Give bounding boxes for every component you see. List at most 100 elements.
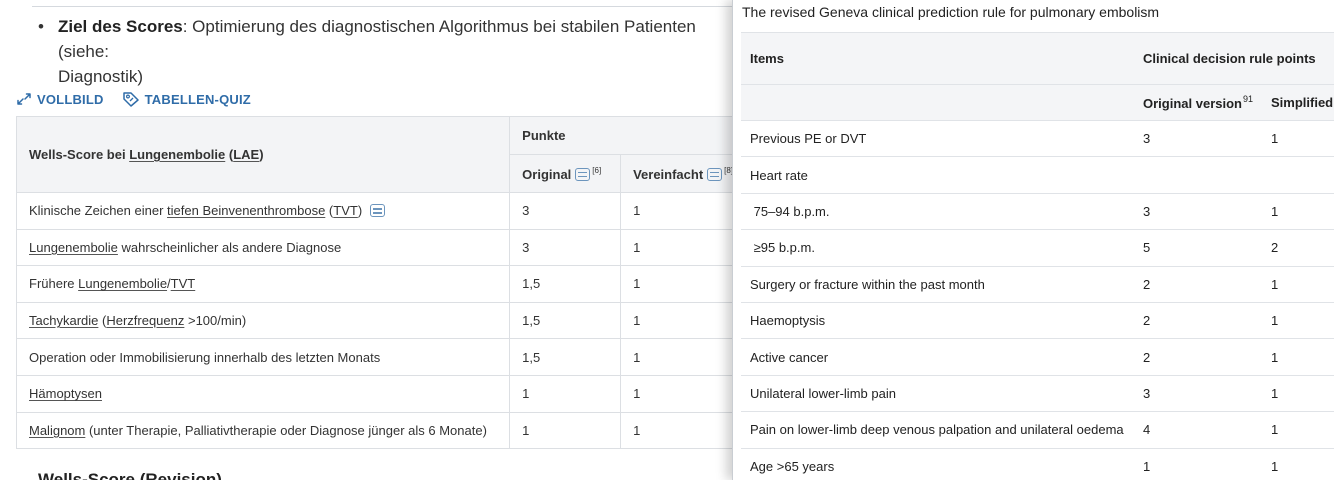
lungenembolie-link[interactable]: Lungenembolie xyxy=(78,276,167,291)
original-cell: 4 xyxy=(1134,411,1262,449)
original-cell: 3 xyxy=(1134,375,1262,413)
original-cell: 2 xyxy=(1134,338,1262,376)
malignom-link[interactable]: Malignom xyxy=(29,423,85,438)
score-goal-bullet: • Ziel des Scores: Optimierung des diagn… xyxy=(38,14,735,89)
wells-title-cell: Wells-Score bei Lungenembolie (LAE) xyxy=(15,116,511,193)
haemoptysen-link[interactable]: Hämoptysen xyxy=(29,386,102,401)
simplified-cell: 1 xyxy=(1262,375,1334,413)
table-row: Lungenembolie wahrscheinlicher als ander… xyxy=(15,228,735,267)
diagnostik-link[interactable]: Diagnostik) xyxy=(58,67,143,86)
tvt-abbr-link[interactable]: TVT xyxy=(333,203,358,218)
fullscreen-label: VOLLBILD xyxy=(37,91,104,107)
item-cell: ≥95 b.p.m. xyxy=(741,229,1134,267)
original-cell: 3 xyxy=(509,192,622,230)
original-cell: 1,5 xyxy=(509,338,622,376)
article-pane: • Ziel des Scores: Optimierung des diagn… xyxy=(0,0,735,480)
next-section-heading: Wells-Score (Revision) xyxy=(38,470,222,480)
divider xyxy=(32,6,735,7)
table-row: Haemoptysis 2 1 xyxy=(741,302,1334,340)
original-cell: 1,5 xyxy=(509,301,622,340)
criterion-cell: Operation oder Immobilisierung innerhalb… xyxy=(15,338,511,376)
item-cell: Unilateral lower-limb pain xyxy=(741,375,1134,413)
col-simplified-label: Vereinfacht xyxy=(633,166,704,182)
item-cell: 75–94 b.p.m. xyxy=(741,193,1134,231)
original-cell: 2 xyxy=(1134,266,1262,303)
simplified-cell: 2 xyxy=(1262,229,1334,267)
simplified-cell: 1 xyxy=(1262,411,1334,449)
simplified-cell: 1 xyxy=(1262,120,1334,158)
item-cell: Surgery or fracture within the past mont… xyxy=(741,266,1134,303)
col-original-label: Original xyxy=(522,166,572,182)
table-row: Tachykardie (Herzfrequenz >100/min) 1,5 … xyxy=(15,301,735,340)
reference-popup[interactable]: The revised Geneva clinical prediction r… xyxy=(732,0,1334,480)
original-cell: 3 xyxy=(509,228,622,267)
simplified-header: Simplified xyxy=(1262,84,1334,121)
original-cell: 1 xyxy=(509,374,622,413)
expand-icon xyxy=(17,93,31,105)
popup-title: The revised Geneva clinical prediction r… xyxy=(742,4,1160,20)
table-row: Klinische Zeichen einer tiefen Beinvenen… xyxy=(15,192,735,230)
simplified-cell: 1 xyxy=(620,301,735,340)
table-row: Heart rate xyxy=(741,156,1334,194)
herzfrequenz-link[interactable]: Herzfrequenz xyxy=(106,313,184,328)
original-cell: 1,5 xyxy=(509,265,622,303)
item-cell: Active cancer xyxy=(741,338,1134,376)
item-cell: Pain on lower-limb deep venous palpation… xyxy=(741,411,1134,449)
table-toolbar: VOLLBILD TABELLEN-QUIZ xyxy=(16,89,251,109)
criterion-cell: Hämoptysen xyxy=(15,374,511,413)
original-cell: 2 xyxy=(1134,302,1262,340)
table-quiz-button[interactable]: TABELLEN-QUIZ xyxy=(122,91,251,107)
tvt-link[interactable]: TVT xyxy=(171,276,196,291)
lae-link[interactable]: LAE xyxy=(233,147,259,162)
original-cell: 5 xyxy=(1134,229,1262,267)
reference-icon[interactable] xyxy=(369,204,385,218)
bullet-dot: • xyxy=(38,17,44,36)
table-row: Malignom (unter Therapie, Palliativthera… xyxy=(15,411,735,450)
geneva-table: Items Clinical decision rule points Orig… xyxy=(741,32,1334,480)
wells-score-table: Wells-Score bei Lungenembolie (LAE) Punk… xyxy=(15,116,735,450)
item-cell: Previous PE or DVT xyxy=(741,120,1134,158)
criterion-cell: Malignom (unter Therapie, Palliativthera… xyxy=(15,411,511,450)
item-cell: Age >65 years xyxy=(741,448,1134,480)
item-cell: Heart rate xyxy=(741,156,1134,194)
table-row: Frühere Lungenembolie/TVT 1,5 1 xyxy=(15,265,735,303)
reference-icon[interactable] xyxy=(575,167,591,181)
ref-91[interactable]: 91 xyxy=(1243,94,1253,104)
quiz-tag-icon xyxy=(122,92,139,107)
simplified-cell: 1 xyxy=(1262,448,1334,480)
lungenembolie-link[interactable]: Lungenembolie xyxy=(29,240,118,255)
criterion-cell: Tachykardie (Herzfrequenz >100/min) xyxy=(15,301,511,340)
simplified-cell: 1 xyxy=(1262,302,1334,340)
original-cell xyxy=(1134,156,1262,194)
ref-6[interactable]: [6] xyxy=(592,166,601,175)
table-row: Pain on lower-limb deep venous palpation… xyxy=(741,411,1334,449)
criterion-cell: Frühere Lungenembolie/TVT xyxy=(15,265,511,303)
col-simplified-header: Vereinfacht [8] xyxy=(620,154,735,193)
tvt-link[interactable]: tiefen Beinvenenthrombose xyxy=(167,203,325,218)
original-cell: 1 xyxy=(1134,448,1262,480)
simplified-cell: 1 xyxy=(1262,193,1334,231)
item-cell: Haemoptysis xyxy=(741,302,1134,340)
simplified-cell: 1 xyxy=(620,411,735,450)
wells-title-prefix: Wells-Score bei xyxy=(29,147,130,162)
reference-icon[interactable] xyxy=(707,167,723,181)
simplified-cell: 1 xyxy=(1262,266,1334,303)
simplified-cell: 1 xyxy=(620,338,735,376)
original-cell: 1 xyxy=(509,411,622,450)
tachykardie-link[interactable]: Tachykardie xyxy=(29,313,98,328)
items-header: Items xyxy=(741,32,1134,85)
bullet-label: Ziel des Scores xyxy=(58,17,183,36)
table-row: Previous PE or DVT 3 1 xyxy=(741,120,1334,158)
table-row: 75–94 b.p.m. 3 1 xyxy=(741,193,1334,231)
table-row: Surgery or fracture within the past mont… xyxy=(741,266,1334,303)
simplified-cell: 1 xyxy=(620,374,735,413)
original-cell: 3 xyxy=(1134,193,1262,231)
simplified-cell: 1 xyxy=(620,192,735,230)
simplified-cell xyxy=(1262,156,1334,194)
fullscreen-button[interactable]: VOLLBILD xyxy=(16,92,104,107)
table-row: Active cancer 2 1 xyxy=(741,338,1334,376)
table-row: Unilateral lower-limb pain 3 1 xyxy=(741,375,1334,413)
lungenembolie-link[interactable]: Lungenembolie xyxy=(129,147,225,162)
col-original-header: Original [6] xyxy=(509,154,622,193)
points-header: Punkte xyxy=(509,116,735,155)
